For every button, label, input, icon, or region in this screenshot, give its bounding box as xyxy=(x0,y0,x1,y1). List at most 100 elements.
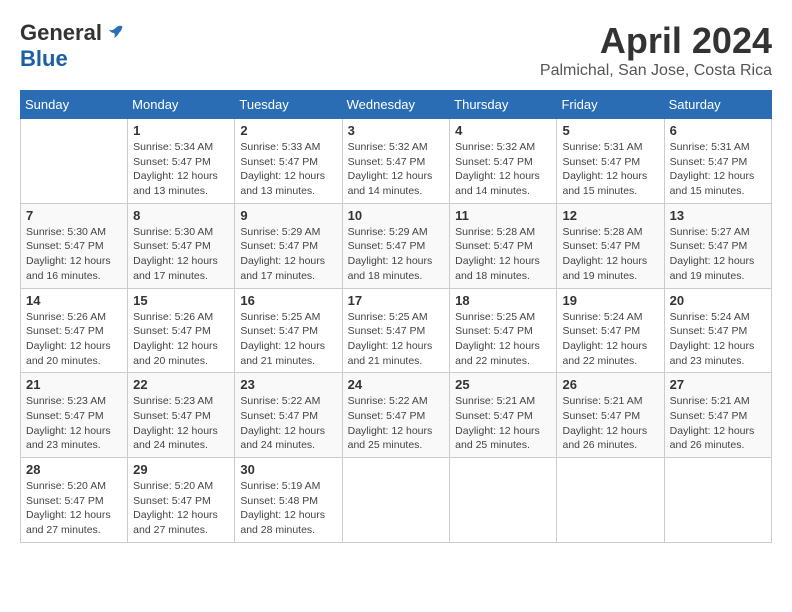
day-number: 27 xyxy=(670,377,766,392)
table-row: 14 Sunrise: 5:26 AMSunset: 5:47 PMDayligh… xyxy=(21,288,128,373)
day-number: 26 xyxy=(562,377,658,392)
day-info: Sunrise: 5:25 AMSunset: 5:47 PMDaylight:… xyxy=(455,310,551,369)
table-row: 28Sunrise: 5:20 AMSunset: 5:47 PMDayligh… xyxy=(21,458,128,543)
logo-blue-text: Blue xyxy=(20,46,68,72)
table-row: 30 Sunrise: 5:19 AMSunset: 5:48 PMDayligh… xyxy=(235,458,342,543)
calendar-week-row: 1 Sunrise: 5:34 AMSunset: 5:47 PMDaylight… xyxy=(21,119,772,204)
day-info: Sunrise: 5:24 AMSunset: 5:47 PMDaylight:… xyxy=(670,310,766,369)
day-number: 17 xyxy=(348,293,445,308)
calendar-table: Sunday Monday Tuesday Wednesday Thursday… xyxy=(20,90,772,543)
table-row xyxy=(21,119,128,204)
day-info: Sunrise: 5:20 AMSunset: 5:47 PMDaylight:… xyxy=(133,479,229,538)
day-number: 14 xyxy=(26,293,122,308)
table-row: 29 Sunrise: 5:20 AMSunset: 5:47 PMDayligh… xyxy=(128,458,235,543)
col-thursday: Thursday xyxy=(450,91,557,119)
day-number: 30 xyxy=(240,462,336,477)
day-number: 10 xyxy=(348,208,445,223)
title-section: April 2024 Palmichal, San Jose, Costa Ri… xyxy=(540,20,772,80)
day-info: Sunrise: 5:23 AMSunset: 5:47 PMDaylight:… xyxy=(26,394,122,453)
table-row: 24 Sunrise: 5:22 AMSunset: 5:47 PMDayligh… xyxy=(342,373,450,458)
day-info: Sunrise: 5:31 AMSunset: 5:47 PMDaylight:… xyxy=(562,140,658,199)
day-info: Sunrise: 5:21 AMSunset: 5:47 PMDaylight:… xyxy=(455,394,551,453)
table-row: 26 Sunrise: 5:21 AMSunset: 5:47 PMDayligh… xyxy=(557,373,664,458)
logo-bird-icon xyxy=(104,23,124,43)
day-number: 8 xyxy=(133,208,229,223)
day-info: Sunrise: 5:28 AMSunset: 5:47 PMDaylight:… xyxy=(455,225,551,284)
day-info: Sunrise: 5:21 AMSunset: 5:47 PMDaylight:… xyxy=(670,394,766,453)
day-info: Sunrise: 5:32 AMSunset: 5:47 PMDaylight:… xyxy=(348,140,445,199)
table-row xyxy=(664,458,771,543)
col-friday: Friday xyxy=(557,91,664,119)
day-info: Sunrise: 5:30 AMSunset: 5:47 PMDaylight:… xyxy=(133,225,229,284)
day-info: Sunrise: 5:29 AMSunset: 5:47 PMDaylight:… xyxy=(348,225,445,284)
day-info: Sunrise: 5:26 AMSunset: 5:47 PMDaylight:… xyxy=(133,310,229,369)
day-info: Sunrise: 5:22 AMSunset: 5:47 PMDaylight:… xyxy=(348,394,445,453)
day-number: 21 xyxy=(26,377,122,392)
logo: General Blue xyxy=(20,20,124,72)
table-row: 9Sunrise: 5:29 AMSunset: 5:47 PMDaylight… xyxy=(235,203,342,288)
table-row: 8 Sunrise: 5:30 AMSunset: 5:47 PMDaylight… xyxy=(128,203,235,288)
day-info: Sunrise: 5:31 AMSunset: 5:47 PMDaylight:… xyxy=(670,140,766,199)
day-number: 9 xyxy=(240,208,336,223)
table-row: 10 Sunrise: 5:29 AMSunset: 5:47 PMDayligh… xyxy=(342,203,450,288)
day-info: Sunrise: 5:33 AMSunset: 5:47 PMDaylight:… xyxy=(240,140,336,199)
table-row xyxy=(450,458,557,543)
calendar-week-row: 14 Sunrise: 5:26 AMSunset: 5:47 PMDayligh… xyxy=(21,288,772,373)
table-row: 4Sunrise: 5:32 AMSunset: 5:47 PMDaylight… xyxy=(450,119,557,204)
table-row: 1 Sunrise: 5:34 AMSunset: 5:47 PMDaylight… xyxy=(128,119,235,204)
day-number: 28 xyxy=(26,462,122,477)
day-number: 19 xyxy=(562,293,658,308)
table-row: 20 Sunrise: 5:24 AMSunset: 5:47 PMDayligh… xyxy=(664,288,771,373)
table-row: 12Sunrise: 5:28 AMSunset: 5:47 PMDayligh… xyxy=(557,203,664,288)
day-number: 29 xyxy=(133,462,229,477)
table-row: 5Sunrise: 5:31 AMSunset: 5:47 PMDaylight… xyxy=(557,119,664,204)
day-info: Sunrise: 5:25 AMSunset: 5:47 PMDaylight:… xyxy=(348,310,445,369)
month-title: April 2024 xyxy=(540,20,772,62)
col-sunday: Sunday xyxy=(21,91,128,119)
day-number: 22 xyxy=(133,377,229,392)
day-info: Sunrise: 5:32 AMSunset: 5:47 PMDaylight:… xyxy=(455,140,551,199)
table-row: 27 Sunrise: 5:21 AMSunset: 5:47 PMDayligh… xyxy=(664,373,771,458)
table-row: 7 Sunrise: 5:30 AMSunset: 5:47 PMDaylight… xyxy=(21,203,128,288)
day-number: 20 xyxy=(670,293,766,308)
day-info: Sunrise: 5:23 AMSunset: 5:47 PMDaylight:… xyxy=(133,394,229,453)
table-row: 13 Sunrise: 5:27 AMSunset: 5:47 PMDayligh… xyxy=(664,203,771,288)
day-info: Sunrise: 5:26 AMSunset: 5:47 PMDaylight:… xyxy=(26,310,122,369)
table-row: 3Sunrise: 5:32 AMSunset: 5:47 PMDaylight… xyxy=(342,119,450,204)
day-number: 2 xyxy=(240,123,336,138)
day-info: Sunrise: 5:34 AMSunset: 5:47 PMDaylight:… xyxy=(133,140,229,199)
page-header: General Blue April 2024 Palmichal, San J… xyxy=(20,20,772,80)
day-number: 11 xyxy=(455,208,551,223)
day-number: 16 xyxy=(240,293,336,308)
table-row: 19 Sunrise: 5:24 AMSunset: 5:47 PMDayligh… xyxy=(557,288,664,373)
day-info: Sunrise: 5:22 AMSunset: 5:47 PMDaylight:… xyxy=(240,394,336,453)
table-row: 18 Sunrise: 5:25 AMSunset: 5:47 PMDayligh… xyxy=(450,288,557,373)
day-number: 13 xyxy=(670,208,766,223)
table-row: 21 Sunrise: 5:23 AMSunset: 5:47 PMDayligh… xyxy=(21,373,128,458)
table-row: 17 Sunrise: 5:25 AMSunset: 5:47 PMDayligh… xyxy=(342,288,450,373)
table-row: 2 Sunrise: 5:33 AMSunset: 5:47 PMDaylight… xyxy=(235,119,342,204)
col-saturday: Saturday xyxy=(664,91,771,119)
table-row xyxy=(342,458,450,543)
table-row: 11 Sunrise: 5:28 AMSunset: 5:47 PMDayligh… xyxy=(450,203,557,288)
table-row xyxy=(557,458,664,543)
table-row: 25 Sunrise: 5:21 AMSunset: 5:47 PMDayligh… xyxy=(450,373,557,458)
location-subtitle: Palmichal, San Jose, Costa Rica xyxy=(540,62,772,80)
day-number: 24 xyxy=(348,377,445,392)
day-info: Sunrise: 5:28 AMSunset: 5:47 PMDaylight:… xyxy=(562,225,658,284)
calendar-week-row: 7 Sunrise: 5:30 AMSunset: 5:47 PMDaylight… xyxy=(21,203,772,288)
day-info: Sunrise: 5:27 AMSunset: 5:47 PMDaylight:… xyxy=(670,225,766,284)
day-info: Sunrise: 5:24 AMSunset: 5:47 PMDaylight:… xyxy=(562,310,658,369)
col-tuesday: Tuesday xyxy=(235,91,342,119)
day-info: Sunrise: 5:19 AMSunset: 5:48 PMDaylight:… xyxy=(240,479,336,538)
day-number: 25 xyxy=(455,377,551,392)
table-row: 15Sunrise: 5:26 AMSunset: 5:47 PMDayligh… xyxy=(128,288,235,373)
col-wednesday: Wednesday xyxy=(342,91,450,119)
day-number: 7 xyxy=(26,208,122,223)
col-monday: Monday xyxy=(128,91,235,119)
day-info: Sunrise: 5:21 AMSunset: 5:47 PMDaylight:… xyxy=(562,394,658,453)
day-number: 18 xyxy=(455,293,551,308)
table-row: 16Sunrise: 5:25 AMSunset: 5:47 PMDayligh… xyxy=(235,288,342,373)
day-info: Sunrise: 5:30 AMSunset: 5:47 PMDaylight:… xyxy=(26,225,122,284)
day-number: 1 xyxy=(133,123,229,138)
